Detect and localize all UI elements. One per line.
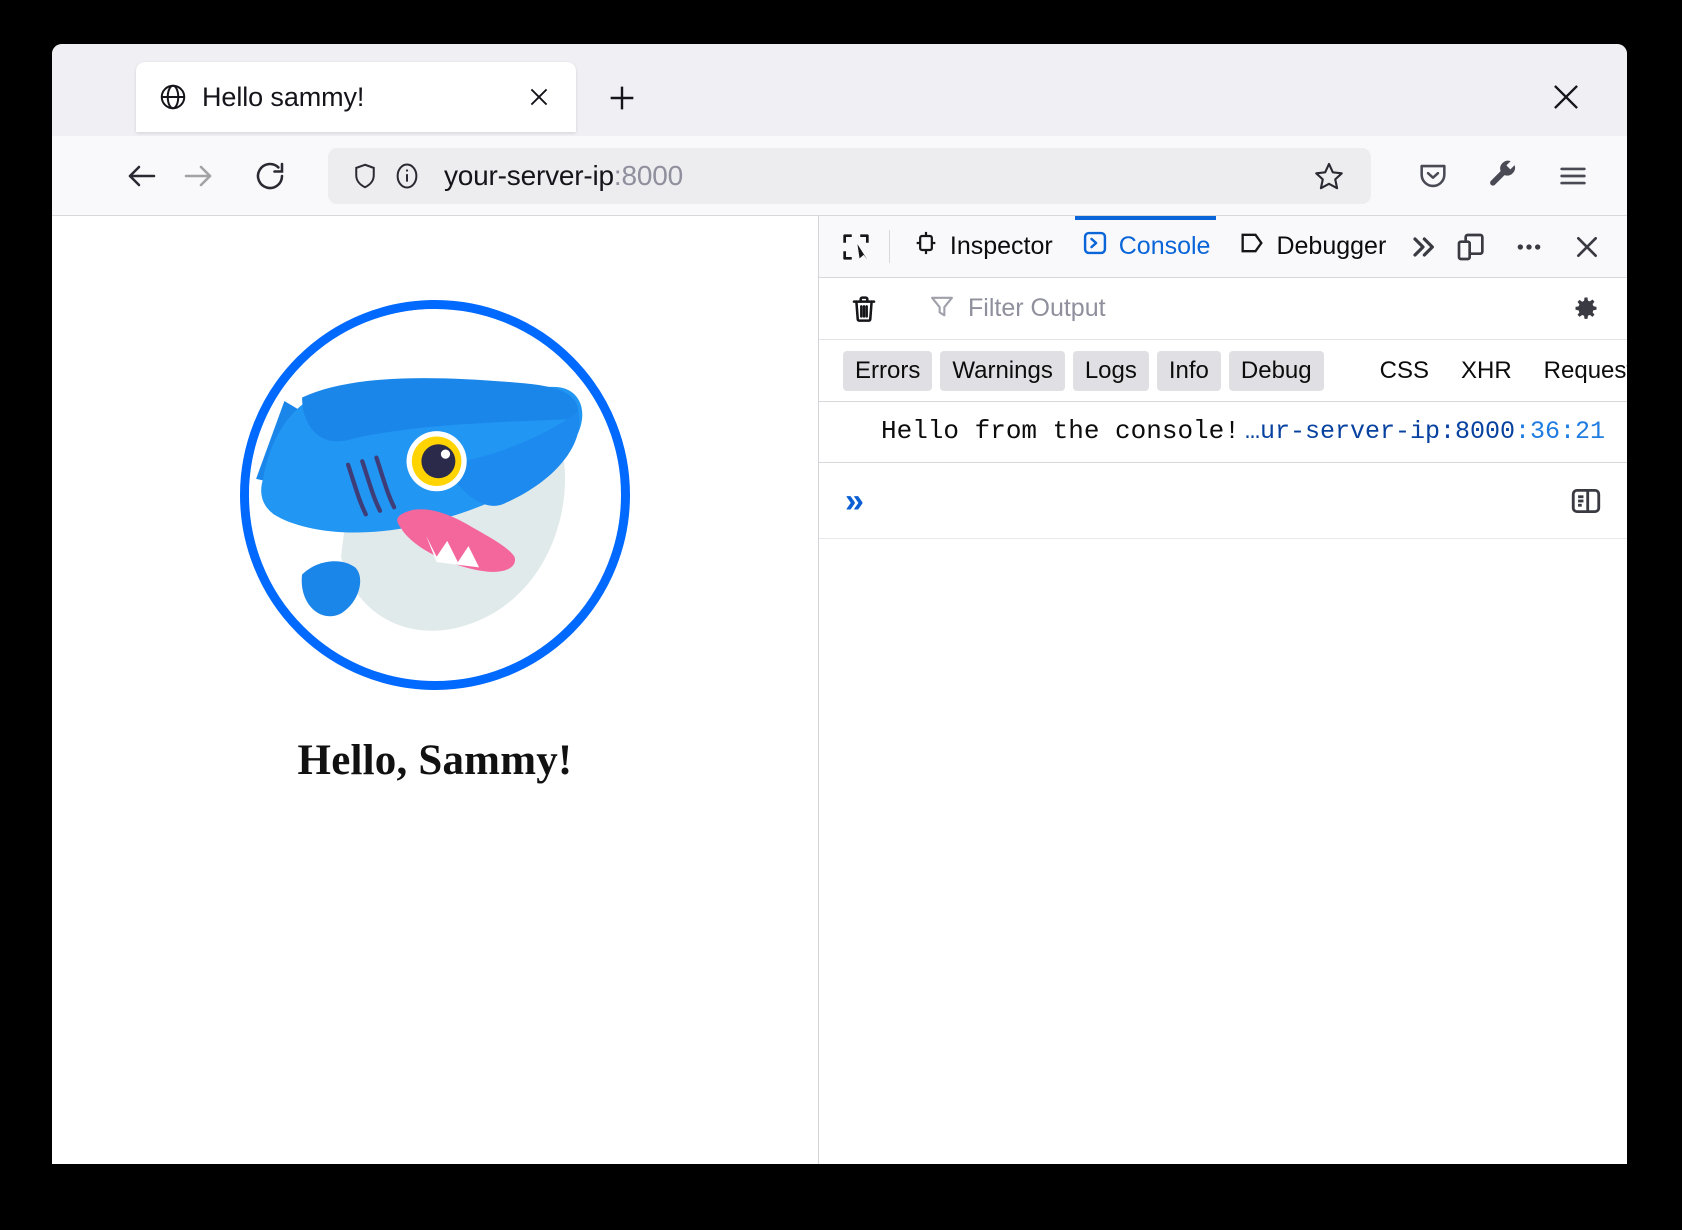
- page-heading: Hello, Sammy!: [297, 737, 573, 784]
- browser-tab[interactable]: Hello sammy!: [136, 62, 576, 132]
- element-picker-icon[interactable]: [831, 216, 881, 277]
- console-prompt-chevron-icon: »: [845, 481, 864, 520]
- filter-css[interactable]: CSS: [1368, 351, 1441, 391]
- hamburger-menu-icon[interactable]: [1545, 148, 1601, 204]
- console-icon: [1081, 229, 1109, 264]
- tab-title: Hello sammy!: [202, 81, 365, 112]
- web-page-viewport: Hello, Sammy!: [52, 216, 819, 1164]
- filter-warnings[interactable]: Warnings: [940, 350, 1065, 391]
- forward-arrow-icon[interactable]: [170, 148, 226, 204]
- console-output: Hello from the console! …ur-server-ip:80…: [819, 402, 1627, 463]
- console-input-row[interactable]: »: [819, 463, 1627, 539]
- url-port: :8000: [613, 159, 683, 191]
- console-message-source-link[interactable]: …ur-server-ip:8000:36:21: [1245, 417, 1615, 446]
- devtools-meatball-menu-icon[interactable]: [1503, 221, 1555, 273]
- content-area: Hello, Sammy! Inspector Console Debugger…: [52, 216, 1627, 1164]
- filter-info[interactable]: Info: [1156, 350, 1221, 391]
- source-position: :36:21: [1514, 416, 1605, 446]
- filter-logs[interactable]: Logs: [1072, 350, 1149, 391]
- pocket-icon[interactable]: [1405, 148, 1461, 204]
- url-bar[interactable]: your-server-ip:8000: [328, 147, 1371, 204]
- devtools-close-icon[interactable]: [1561, 221, 1613, 273]
- devtools-tabbar: Inspector Console Debugger: [819, 216, 1627, 278]
- sammy-shark-logo: [240, 300, 630, 690]
- devtools-panel: Inspector Console Debugger Filter Output…: [819, 216, 1627, 1164]
- url-host: your-server-ip: [444, 159, 614, 191]
- tab-console-label: Console: [1118, 232, 1211, 260]
- filter-errors[interactable]: Errors: [843, 350, 933, 391]
- filter-debug[interactable]: Debug: [1228, 350, 1324, 391]
- console-message-text: Hello from the console!: [881, 416, 1240, 446]
- globe-icon: [158, 82, 188, 112]
- toolbar-icon-group: [1405, 148, 1601, 204]
- tab-inspector-label: Inspector: [949, 232, 1053, 260]
- filter-xhr[interactable]: XHR: [1449, 351, 1524, 391]
- funnel-icon: [928, 292, 956, 325]
- navigation-toolbar: your-server-ip:8000: [52, 136, 1627, 216]
- tab-inspector[interactable]: Inspector: [898, 216, 1067, 277]
- console-empty-area: [819, 539, 1627, 1164]
- star-icon[interactable]: [1303, 149, 1355, 202]
- window-close-button[interactable]: [1539, 70, 1593, 124]
- tab-debugger-label: Debugger: [1276, 232, 1387, 260]
- console-filter-bar: Filter Output: [819, 278, 1627, 340]
- console-message-row[interactable]: Hello from the console! …ur-server-ip:80…: [819, 402, 1627, 462]
- console-level-filters: Errors Warnings Logs Info Debug CSS XHR …: [819, 340, 1627, 402]
- filter-output-input[interactable]: Filter Output: [920, 286, 1559, 332]
- new-tab-button[interactable]: [594, 70, 650, 126]
- tab-debugger[interactable]: Debugger: [1224, 216, 1400, 277]
- source-file: …ur-server-ip:8000: [1244, 416, 1515, 446]
- debugger-icon: [1238, 229, 1266, 264]
- tabbar-divider: [888, 230, 890, 263]
- devtools-overflow-icon[interactable]: [1400, 216, 1445, 277]
- info-circle-icon[interactable]: [390, 159, 424, 193]
- tab-close-icon[interactable]: [520, 78, 558, 116]
- responsive-design-mode-icon[interactable]: [1445, 221, 1497, 273]
- inspector-icon: [912, 229, 940, 264]
- url-text: your-server-ip:8000: [444, 160, 1303, 192]
- filter-output-placeholder: Filter Output: [968, 294, 1106, 322]
- reload-icon[interactable]: [242, 148, 298, 204]
- trash-icon[interactable]: [837, 282, 891, 336]
- sammy-shark-illustration: [249, 309, 603, 663]
- tab-strip: Hello sammy!: [52, 44, 1627, 136]
- back-arrow-icon[interactable]: [114, 148, 170, 204]
- split-console-editor-icon[interactable]: [1559, 474, 1613, 528]
- tab-console[interactable]: Console: [1067, 216, 1225, 277]
- devtools-right-controls: [1445, 216, 1627, 277]
- shield-icon[interactable]: [348, 159, 382, 193]
- browser-window: Hello sammy! your-server-ip:8000 Hello, …: [52, 44, 1627, 1164]
- wrench-icon[interactable]: [1475, 148, 1531, 204]
- filter-requests[interactable]: Requests: [1532, 351, 1627, 391]
- gear-icon[interactable]: [1559, 282, 1613, 336]
